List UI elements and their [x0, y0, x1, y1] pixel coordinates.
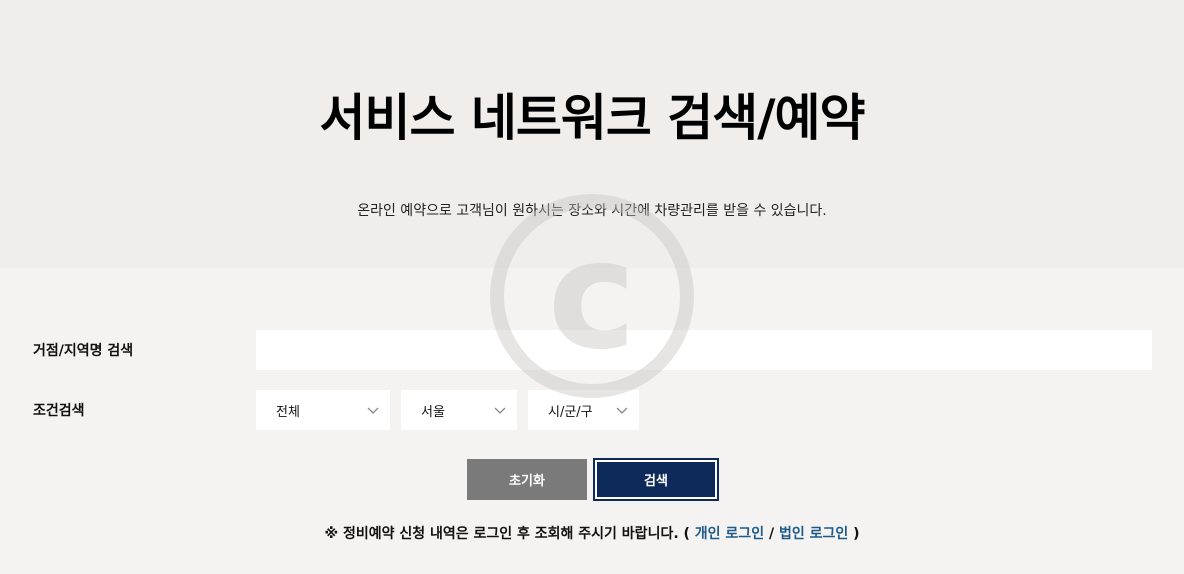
chevron-down-icon: [494, 407, 506, 414]
district-select-value: 시/군/구: [548, 404, 593, 420]
notice-separator: /: [768, 526, 775, 542]
location-search-label: 거점/지역명 검색: [33, 343, 134, 359]
chevron-down-icon: [367, 407, 379, 414]
page: 서비스 네트워크 검색/예약 온라인 예약으로 고객님이 원하시는 장소와 시간…: [0, 0, 1184, 574]
login-notice: ※ 정비예약 신청 내역은 로그인 후 조회해 주시기 바랍니다. ( 개인 로…: [0, 523, 1184, 543]
location-search-input[interactable]: [256, 330, 1152, 370]
notice-suffix: ): [853, 526, 860, 542]
type-select[interactable]: 전체: [256, 390, 390, 430]
reset-button[interactable]: 초기화: [467, 459, 587, 500]
notice-text: ※ 정비예약 신청 내역은 로그인 후 조회해 주시기 바랍니다. (: [324, 526, 690, 542]
page-subtitle: 온라인 예약으로 고객님이 원하시는 장소와 시간에 차량관리를 받을 수 있습…: [357, 203, 827, 219]
personal-login-link[interactable]: 개인 로그인: [695, 526, 764, 542]
corporate-login-link[interactable]: 법인 로그인: [779, 526, 848, 542]
condition-search-label: 조건검색: [33, 403, 85, 419]
type-select-value: 전체: [276, 404, 300, 420]
region-select-value: 서울: [421, 404, 445, 420]
district-select[interactable]: 시/군/구: [528, 390, 639, 430]
page-title: 서비스 네트워크 검색/예약: [319, 89, 865, 147]
search-button[interactable]: 검색: [594, 459, 718, 500]
chevron-down-icon: [616, 407, 628, 414]
region-select[interactable]: 서울: [401, 390, 517, 430]
